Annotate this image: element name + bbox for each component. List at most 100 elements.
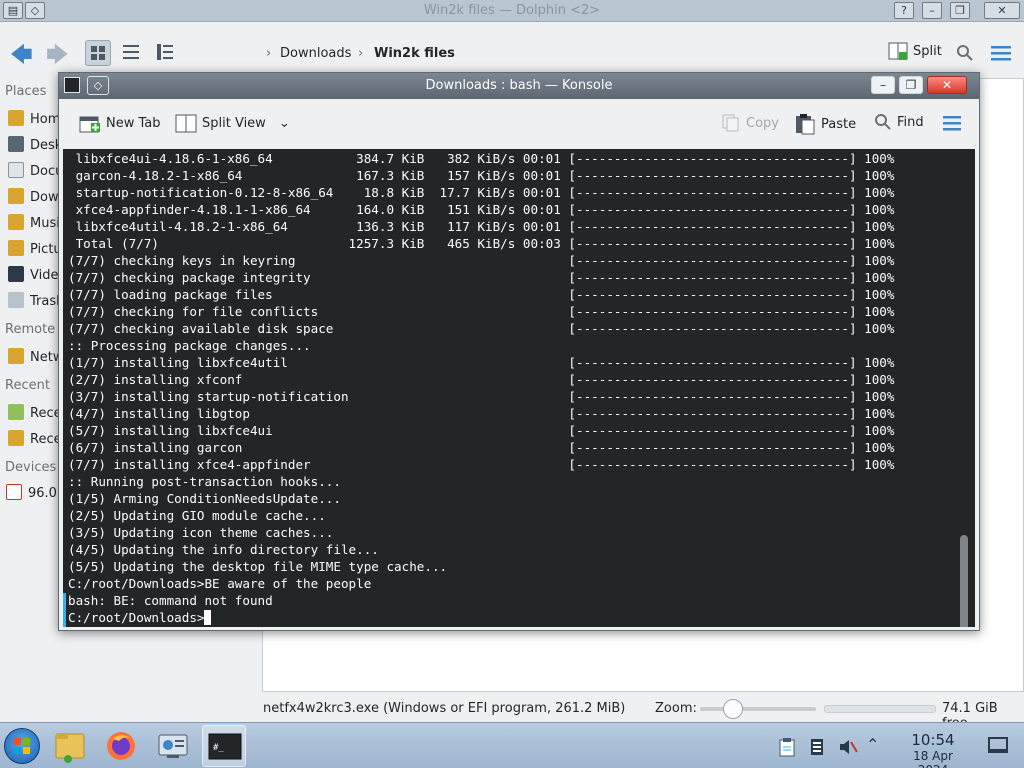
paste-icon	[796, 114, 815, 135]
terminal-line: (7/7) checking available disk space [---…	[68, 321, 895, 336]
sidebar-heading-remote: Remote	[5, 322, 56, 337]
folder-videos-icon	[8, 266, 24, 282]
file-manager-icon	[55, 733, 85, 763]
places-sidebar: Places Home Desktop Documents Downloads …	[0, 80, 158, 700]
new-tab-icon	[79, 116, 100, 133]
breadcrumb-downloads[interactable]: Downloads	[280, 46, 351, 61]
chevron-down-icon[interactable]: ⌄	[279, 116, 290, 131]
folder-pictures-icon	[8, 240, 24, 256]
windows-logo-icon	[14, 738, 30, 754]
documents-icon	[8, 162, 24, 178]
minimize-button[interactable]: –	[871, 76, 895, 94]
terminal-view[interactable]: libxfce4ui-4.18.6-1-x86_64 384.7 KiB 382…	[63, 149, 975, 627]
help-button[interactable]: ?	[894, 2, 914, 19]
terminal-line: (4/7) installing libgtop [--------------…	[68, 406, 895, 421]
search-icon[interactable]	[956, 44, 974, 66]
hamburger-menu-icon[interactable]	[990, 44, 1012, 66]
recent-files-icon	[8, 404, 24, 420]
breadcrumb-separator-icon: ›	[358, 46, 364, 61]
terminal-line: (3/5) Updating icon theme caches...	[68, 525, 334, 540]
start-button[interactable]	[4, 728, 40, 764]
clipboard-icon[interactable]	[778, 737, 796, 761]
sidebar-heading-places: Places	[5, 84, 47, 99]
zoom-slider-track[interactable]	[700, 707, 816, 711]
chevron-up-icon[interactable]: ⌃	[866, 735, 879, 754]
copy-label: Copy	[746, 115, 779, 131]
terminal-line: (1/5) Arming ConditionNeedsUpdate...	[68, 491, 341, 506]
clock-time[interactable]: 10:54	[896, 731, 970, 749]
taskbar-system-settings-button[interactable]	[151, 725, 195, 767]
recent-locations-icon	[8, 430, 24, 446]
volume-muted-icon[interactable]	[838, 737, 858, 761]
details-view-icon	[157, 44, 173, 60]
folder-music-icon	[8, 214, 24, 230]
taskbar-konsole-button[interactable]: #_	[202, 725, 246, 767]
breadcrumb-separator-icon: ›	[266, 46, 272, 61]
paste-label: Paste	[821, 116, 857, 132]
terminal-line: :: Processing package changes...	[68, 338, 311, 353]
notes-icon[interactable]	[808, 737, 826, 761]
terminal-line: C:/root/Downloads>BE aware of the people	[68, 576, 372, 591]
dolphin-titlebar[interactable]: ▤ ◇ Win2k files — Dolphin <2> ? – ❐ ✕	[0, 0, 1024, 22]
desktop-icon	[8, 136, 24, 152]
new-tab-button[interactable]: New Tab	[79, 113, 161, 133]
split-icon	[888, 42, 908, 60]
minimize-button[interactable]: –	[922, 2, 942, 19]
terminal-line: Total (7/7) 1257.3 KiB 465 KiB/s 00:03 […	[68, 236, 895, 251]
terminal-output: libxfce4ui-4.18.6-1-x86_64 384.7 KiB 382…	[68, 150, 894, 626]
close-button[interactable]: ✕	[984, 2, 1020, 19]
system-settings-icon	[158, 734, 188, 758]
sidebar-item-trash[interactable]: Trash	[8, 292, 64, 309]
show-desktop-icon[interactable]	[988, 737, 1008, 753]
find-button[interactable]: Find	[874, 113, 924, 131]
split-view-icon	[175, 114, 197, 133]
taskbar-file-manager-button[interactable]	[48, 725, 92, 767]
copy-icon	[722, 114, 739, 132]
breadcrumb-win2k-files[interactable]: Win2k files	[374, 46, 455, 61]
close-button[interactable]: ✕	[927, 76, 967, 94]
selection-status-text: netfx4w2krc3.exe (Windows or EFI program…	[263, 701, 626, 716]
compact-view-button[interactable]	[119, 40, 145, 66]
maximize-button[interactable]: ❐	[899, 76, 923, 94]
terminal-line: (7/7) checking package integrity [------…	[68, 270, 895, 285]
split-label: Split	[913, 43, 942, 59]
terminal-line: bash: BE: command not found	[68, 593, 273, 608]
terminal-prompt-line[interactable]: C:/root/Downloads>	[68, 609, 894, 626]
forward-arrow-icon[interactable]: 🡆	[46, 38, 69, 76]
terminal-scrollbar-handle[interactable]	[960, 535, 968, 627]
terminal-prompt: C:/root/Downloads>	[68, 610, 205, 625]
zoom-label: Zoom:	[655, 701, 697, 716]
find-label: Find	[897, 114, 924, 130]
paste-button[interactable]: Paste	[794, 113, 856, 135]
clock-date[interactable]: 18 Apr 2024	[896, 749, 970, 768]
konsole-window: ◇ Downloads : bash — Konsole – ❐ ✕ New T…	[58, 72, 980, 631]
taskbar-firefox-button[interactable]	[99, 725, 143, 767]
icons-view-icon	[91, 46, 105, 60]
terminal-line: libxfce4util-4.18.2-1-x86_64 136.3 KiB 1…	[68, 219, 895, 234]
split-button[interactable]: Split	[887, 40, 942, 62]
terminal-line: (7/7) loading package files [-----------…	[68, 287, 895, 302]
hard-drive-icon	[6, 484, 22, 500]
hamburger-menu-icon[interactable]	[942, 115, 962, 131]
icons-view-button[interactable]	[85, 40, 111, 66]
dolphin-window-title: Win2k files — Dolphin <2>	[423, 3, 601, 18]
terminal-line: :: Running post-transaction hooks...	[68, 474, 341, 489]
terminal-line: startup-notification-0.12-8-x86_64 18.8 …	[68, 185, 895, 200]
details-view-button[interactable]	[153, 40, 179, 66]
terminal-line: (7/7) checking for file conflicts [-----…	[68, 304, 895, 319]
sidebar-heading-devices: Devices	[5, 460, 57, 475]
copy-button[interactable]: Copy	[721, 113, 779, 133]
trash-icon	[8, 292, 24, 308]
terminal-line: (2/5) Updating GIO module cache...	[68, 508, 326, 523]
split-view-button[interactable]: Split View ⌄	[175, 113, 290, 133]
compact-view-icon	[123, 45, 139, 59]
back-arrow-icon[interactable]: 🡄	[10, 38, 33, 76]
terminal-line: (3/7) installing startup-notification [-…	[68, 389, 895, 404]
konsole-icon: #_	[208, 733, 242, 760]
folder-home-icon	[8, 110, 24, 126]
konsole-titlebar[interactable]: ◇ Downloads : bash — Konsole – ❐ ✕	[59, 73, 979, 99]
zoom-slider-handle[interactable]	[723, 699, 743, 719]
maximize-button[interactable]: ❐	[950, 2, 970, 19]
terminal-line: libxfce4ui-4.18.6-1-x86_64 384.7 KiB 382…	[68, 151, 895, 166]
terminal-line: (1/7) installing libxfce4util [---------…	[68, 355, 895, 370]
